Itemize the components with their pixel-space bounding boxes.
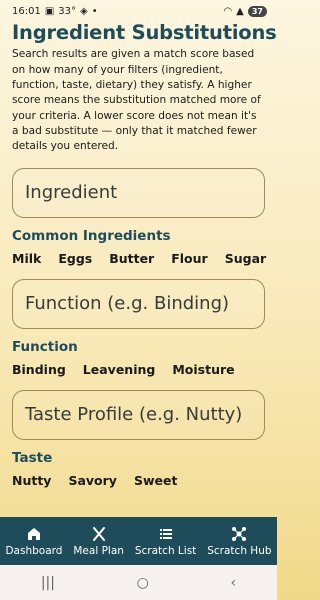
home-icon (27, 527, 40, 540)
taste-input[interactable]: Taste Profile (e.g. Nutty) (12, 389, 265, 440)
status-time: 16:01 (12, 5, 41, 17)
function-input-placeholder: Function (e.g. Binding) (25, 293, 230, 315)
nav-scratch-hub[interactable]: Scratch Hub (207, 526, 272, 557)
taste-input-placeholder: Taste Profile (e.g. Nutty) (25, 404, 243, 426)
battery-indicator: 37 (247, 5, 267, 17)
chip-nutty[interactable]: Nutty (12, 473, 51, 488)
ingredient-input[interactable]: Ingredient (12, 167, 265, 218)
bottom-nav: Dashboard Meal Plan Scratch List Scratch… (0, 517, 277, 565)
back-icon[interactable]: ‹ (231, 575, 237, 591)
function-heading: Function (12, 338, 78, 355)
nav-dashboard-label: Dashboard (5, 544, 63, 557)
list-icon (159, 528, 172, 539)
recent-apps-icon[interactable]: ||| (41, 575, 55, 591)
chip-savory[interactable]: Savory (68, 473, 117, 488)
hub-icon (232, 526, 247, 541)
function-input[interactable]: Function (e.g. Binding) (12, 278, 265, 329)
page-title: Ingredient Substitutions (12, 21, 277, 44)
chip-sweet[interactable]: Sweet (134, 473, 177, 488)
match-score-description: Search results are given a match score b… (12, 48, 261, 153)
status-bar: 16:01 ▣ 33° ◈ • ◠ ▲ 37 (0, 0, 277, 22)
nav-scratch-list[interactable]: Scratch List (135, 526, 196, 557)
system-nav-bar: ||| ○ ‹ (0, 565, 277, 600)
dot-icon: • (91, 5, 98, 17)
ingredient-chip-row: Milk Eggs Butter Flour Sugar (12, 251, 266, 266)
chip-sugar[interactable]: Sugar (225, 251, 266, 266)
taste-chip-row: Nutty Savory Sweet (12, 473, 265, 488)
nav-meal-plan[interactable]: Meal Plan (73, 526, 124, 557)
signal-icon: ▲ (236, 5, 244, 17)
wifi-icon: ◠ (223, 5, 233, 17)
chip-binding[interactable]: Binding (12, 362, 66, 377)
home-button-icon[interactable]: ○ (137, 575, 149, 591)
common-ingredients-heading: Common Ingredients (12, 227, 171, 244)
taste-heading: Taste (12, 449, 53, 466)
chip-milk[interactable]: Milk (12, 251, 41, 266)
chip-moisture[interactable]: Moisture (172, 362, 234, 377)
utensils-icon (92, 526, 105, 541)
location-icon: ◈ (80, 5, 88, 17)
nav-scratch-list-label: Scratch List (134, 544, 197, 557)
chip-eggs[interactable]: Eggs (58, 251, 92, 266)
chip-butter[interactable]: Butter (109, 251, 154, 266)
weather-temp: 33° (58, 5, 77, 17)
chip-leavening[interactable]: Leavening (83, 362, 156, 377)
chip-flour[interactable]: Flour (171, 251, 207, 266)
function-chip-row: Binding Leavening Moisture (12, 362, 265, 377)
nav-meal-plan-label: Meal Plan (73, 544, 124, 557)
nav-scratch-hub-label: Scratch Hub (207, 544, 272, 557)
ingredient-input-placeholder: Ingredient (25, 182, 118, 204)
nav-dashboard[interactable]: Dashboard (5, 526, 62, 557)
notification-icon: ▣ (44, 5, 55, 17)
